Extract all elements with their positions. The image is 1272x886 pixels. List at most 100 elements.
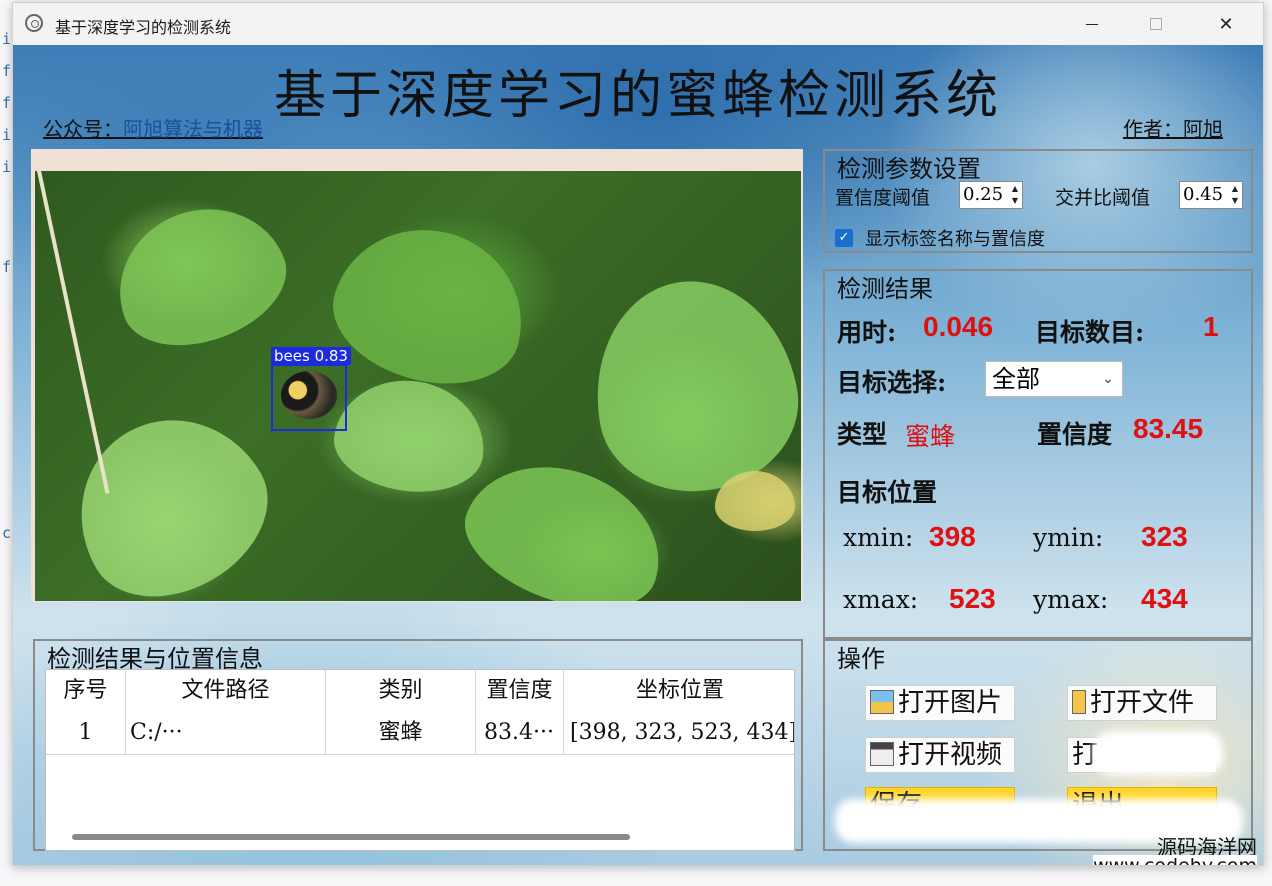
maximize-icon — [1150, 18, 1162, 30]
detection-score: 0.83 — [314, 347, 348, 365]
table-cell[interactable]: 83.4··· — [476, 712, 564, 754]
open-folder-button[interactable]: 打开文件 — [1067, 685, 1217, 721]
author-info: 作者：阿旭 — [1123, 113, 1223, 142]
table-cell[interactable]: [398, 323, 523, 434] — [564, 712, 794, 754]
position-title: 目标位置 — [837, 478, 938, 507]
open-image-label: 打开图片 — [898, 688, 1003, 718]
detection-image: bees 0.83 — [35, 171, 801, 601]
editor-line: c — [2, 524, 12, 542]
count-value: 1 — [1203, 311, 1219, 342]
confidence-label: 置信度 — [1037, 420, 1113, 449]
open-video-label: 打开视频 — [898, 740, 1003, 770]
conf-threshold-spinbox[interactable]: 0.25 ▲ ▼ — [959, 181, 1023, 209]
time-label: 用时: — [837, 318, 897, 347]
detection-bounding-box — [271, 364, 347, 431]
chevron-down-icon: ⌄ — [1102, 371, 1114, 387]
xmax-value: 523 — [949, 583, 996, 614]
column-header[interactable]: 文件路径 — [126, 670, 326, 712]
editor-line: f — [2, 62, 12, 80]
detection-label: bees 0.83 — [271, 347, 351, 365]
iou-threshold-spinbox[interactable]: 0.45 ▲ ▼ — [1179, 181, 1243, 209]
xmin-value: 398 — [929, 521, 976, 552]
watermark-url: www.codehy.com — [1093, 855, 1257, 865]
time-value: 0.046 — [923, 311, 994, 342]
results-table[interactable]: 序号 文件路径 类别 置信度 坐标位置 1 C:/··· 蜜蜂 83.4··· … — [45, 669, 795, 851]
table-cell[interactable]: 1 — [46, 712, 126, 754]
editor-line: i — [2, 126, 12, 144]
leaf — [578, 265, 801, 507]
editor-line: i — [2, 158, 12, 176]
video-icon — [870, 742, 894, 766]
leaf — [715, 471, 795, 531]
iou-threshold-value: 0.45 — [1183, 184, 1224, 205]
target-select-label: 目标选择: — [837, 368, 947, 397]
image-icon — [870, 690, 894, 714]
author-value: 阿旭 — [1183, 117, 1223, 141]
target-select-value: 全部 — [992, 365, 1040, 393]
open-image-button[interactable]: 打开图片 — [865, 685, 1015, 721]
row-divider — [46, 754, 794, 755]
close-button[interactable]: ✕ — [1197, 3, 1255, 45]
type-label: 类型 — [837, 420, 888, 449]
params-title: 检测参数设置 — [837, 155, 981, 183]
conf-threshold-value: 0.25 — [963, 184, 1004, 205]
wechat-value: 阿旭算法与机器 — [123, 117, 263, 141]
window-title: 基于深度学习的检测系统 — [55, 18, 232, 37]
spin-arrows-icon[interactable]: ▲ ▼ — [1230, 183, 1240, 207]
column-header[interactable]: 置信度 — [476, 670, 564, 712]
minimize-button[interactable] — [1063, 3, 1121, 45]
column-header[interactable]: 坐标位置 — [564, 670, 794, 712]
column-header[interactable]: 序号 — [46, 670, 126, 712]
confidence-value: 83.45 — [1133, 413, 1204, 444]
leaf — [318, 208, 542, 404]
editor-line: f — [2, 258, 12, 276]
operations-groupbox: 操作 打开图片 打开文件 打开视频 打 保存 退出 — [823, 639, 1253, 851]
redaction-overlay — [1093, 731, 1223, 775]
operations-title: 操作 — [837, 645, 885, 673]
editor-line: f — [2, 94, 12, 112]
leaf — [328, 371, 492, 501]
target-select-dropdown[interactable]: 全部 ⌄ — [985, 361, 1123, 397]
params-groupbox: 检测参数设置 置信度阈值 0.25 ▲ ▼ 交并比阈值 0.45 ▲ ▼ ✓ 显示标… — [823, 149, 1253, 253]
count-label: 目标数目: — [1035, 318, 1145, 347]
xmax-label: xmax: — [843, 585, 919, 614]
column-header[interactable]: 类别 — [326, 670, 476, 712]
horizontal-scrollbar[interactable] — [72, 834, 630, 840]
image-display-panel: bees 0.83 — [31, 149, 803, 602]
minimize-icon — [1086, 23, 1098, 25]
author-label: 作者： — [1123, 117, 1183, 141]
editor-line: i — [2, 30, 12, 48]
app-icon — [25, 14, 43, 32]
app-client-area: 基于深度学习的蜜蜂检测系统 公众号：阿旭算法与机器 作者：阿旭 bees 0.8… — [13, 45, 1263, 865]
iou-threshold-label: 交并比阈值 — [1055, 187, 1151, 209]
wechat-label: 公众号： — [43, 117, 123, 141]
show-label-text: 显示标签名称与置信度 — [865, 229, 1045, 250]
table-header: 序号 文件路径 类别 置信度 坐标位置 — [46, 670, 794, 712]
leaf — [97, 185, 303, 367]
open-video-button[interactable]: 打开视频 — [865, 737, 1015, 773]
folder-icon — [1072, 690, 1086, 714]
table-cell[interactable]: C:/··· — [126, 712, 326, 754]
title-bar: 基于深度学习的检测系统 ✕ — [13, 3, 1263, 45]
grass-stem — [37, 171, 110, 494]
open-folder-label: 打开文件 — [1090, 688, 1195, 718]
ymin-label: ymin: — [1033, 523, 1104, 552]
app-window: 基于深度学习的检测系统 ✕ 基于深度学习的蜜蜂检测系统 公众号：阿旭算法与机器 … — [12, 2, 1264, 866]
ymax-value: 434 — [1141, 583, 1188, 614]
results-title: 检测结果 — [837, 275, 933, 303]
results-groupbox: 检测结果 用时: 0.046 目标数目: 1 目标选择: 全部 ⌄ 类型 蜜蜂 … — [823, 269, 1253, 639]
type-value: 蜜蜂 — [905, 422, 956, 451]
table-cell[interactable]: 蜜蜂 — [326, 712, 476, 754]
leaf — [45, 384, 295, 601]
spin-arrows-icon[interactable]: ▲ ▼ — [1010, 183, 1020, 207]
ymax-label: ymax: — [1033, 585, 1109, 614]
xmin-label: xmin: — [843, 523, 914, 552]
ymin-value: 323 — [1141, 521, 1188, 552]
close-icon: ✕ — [1218, 13, 1234, 35]
detection-class: bees — [274, 347, 310, 365]
show-label-checkbox[interactable]: ✓ — [835, 229, 853, 247]
results-table-groupbox: 检测结果与位置信息 序号 文件路径 类别 置信度 坐标位置 1 C:/··· 蜜… — [33, 639, 803, 851]
maximize-button[interactable] — [1127, 3, 1185, 45]
conf-threshold-label: 置信度阈值 — [835, 187, 931, 209]
wechat-info: 公众号：阿旭算法与机器 — [43, 113, 263, 142]
